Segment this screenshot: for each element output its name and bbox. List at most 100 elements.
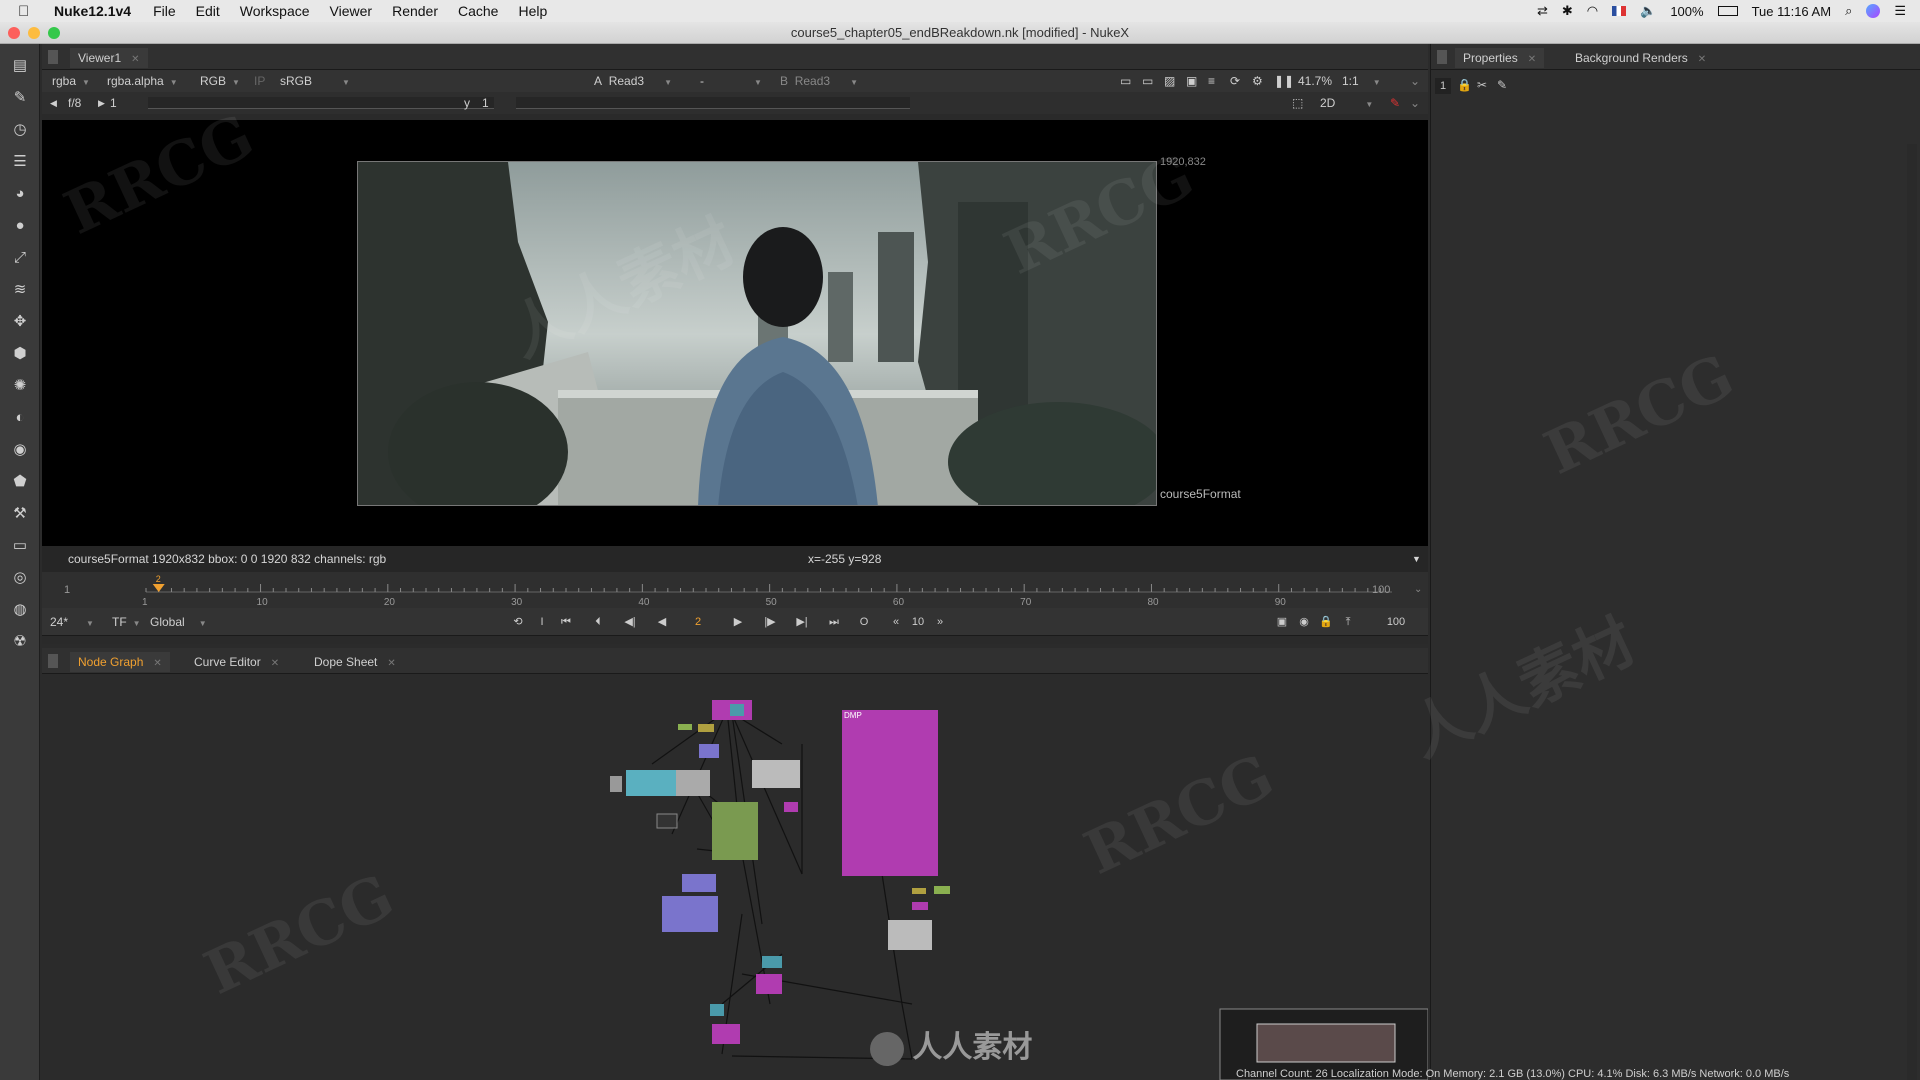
battery-icon[interactable] [1717,6,1738,16]
max-panels-field[interactable]: 1 [1435,78,1451,94]
timeline-ruler[interactable]: 1 10 20 30 40 50 60 70 80 90 100 2 [102,572,1392,608]
tab-background-renders[interactable]: Background Renders ✕ [1567,48,1714,68]
menu-edit[interactable]: Edit [196,3,220,19]
siri-icon[interactable] [1866,4,1881,18]
node-green-small[interactable] [934,886,950,894]
viewer-canvas[interactable]: 1920,832 course5Format [42,120,1428,546]
draw-nodes-icon[interactable]: ✎ [10,88,30,108]
record-icon[interactable]: ◉ [1294,613,1314,631]
menu-workspace[interactable]: Workspace [240,3,310,19]
current-frame-field[interactable]: 2 [688,613,708,631]
view-mode-dropdown[interactable]: 2D ▼ [1320,95,1373,111]
close-tab-3-icon[interactable]: ✕ [271,658,279,669]
close-window-icon[interactable] [8,27,20,39]
node-blue-backdrop[interactable] [662,896,718,932]
play-forward-icon[interactable]: ▶ [728,613,748,631]
3d-nodes-icon[interactable]: ⬢ [10,344,30,364]
clip-icon[interactable]: ▭ [1142,73,1153,89]
clear-panels-icon[interactable]: ✂ [1477,78,1487,92]
ratio-dropdown[interactable]: 1:1 ▼ [1342,73,1381,89]
node-grey-1[interactable] [676,770,710,796]
skip-forward-icon[interactable]: » [930,613,950,631]
step-back-icon[interactable]: ◀ [652,613,672,631]
node-input-small[interactable] [610,776,622,792]
gain-field[interactable]: 1 [110,95,117,111]
ip-toggle[interactable]: IP [254,73,265,89]
fps-dropdown[interactable]: 24* ▼ [50,614,94,630]
transform-nodes-icon[interactable]: ✥ [10,312,30,332]
flipbook-icon[interactable]: ▣ [1272,613,1292,631]
close-tab-icon[interactable]: ✕ [131,54,139,65]
zoom-dropdown[interactable]: 41.7% [1298,73,1332,89]
first-frame-icon[interactable]: ⏮ [556,613,576,631]
in-point-icon[interactable]: I [532,613,552,631]
lock-panels-icon[interactable]: 🔒 [1457,78,1472,92]
gain-slider[interactable] [148,97,494,109]
timeline-chevron-icon[interactable]: ⌄ [1414,584,1422,595]
views-nodes-icon[interactable]: ◉ [10,440,30,460]
metadata-nodes-icon[interactable]: ⬟ [10,472,30,492]
nuke-logo-icon[interactable]: ☢ [10,632,30,652]
tab-dope-sheet[interactable]: Dope Sheet ✕ [306,652,404,672]
deep-nodes-icon[interactable]: ◐ [10,408,30,428]
close-tab-6-icon[interactable]: ✕ [1698,54,1706,65]
proxy-icon[interactable]: ⚙ [1252,73,1263,89]
pane-menu-icon[interactable] [48,50,58,64]
skip-back-icon[interactable]: « [886,613,906,631]
range-dropdown[interactable]: Global ▼ [150,614,207,630]
prev-keyframe-icon[interactable]: ⏴ [588,613,608,631]
properties-scrollbar[interactable] [1907,144,1917,1080]
pane-menu-2-icon[interactable] [48,654,58,668]
overlay-icon[interactable]: ▣ [1186,73,1197,89]
tab-curve-editor[interactable]: Curve Editor ✕ [186,652,287,672]
tab-node-graph[interactable]: Node Graph ✕ [70,652,170,672]
fstop-right-arrow-icon[interactable]: ▶ [98,95,105,111]
expand-chevron-2-icon[interactable]: ⌄ [1410,95,1420,111]
out-point-icon[interactable]: O [854,613,874,631]
tf-dropdown[interactable]: TF ▼ [112,614,141,630]
volume-icon[interactable]: 🔈 [1640,3,1656,19]
minimap-viewport[interactable] [1256,1023,1396,1063]
info-expand-icon[interactable]: ▼ [1412,546,1421,572]
upload-icon[interactable]: ⤒ [1338,613,1358,631]
last-frame-icon[interactable]: ⏭ [824,613,844,631]
other-nodes-icon[interactable]: ▭ [10,536,30,556]
colorspace-dropdown[interactable]: sRGB ▼ [280,73,350,89]
apple-menu-icon[interactable]:  [18,3,36,20]
fstop-field[interactable]: f/8 [68,95,81,111]
alpha-dropdown[interactable]: rgba.alpha ▼ [107,73,178,89]
node-dot-green[interactable] [678,724,692,730]
node-purple-4[interactable] [712,1024,740,1044]
app-menu[interactable]: Nuke12.1v4 [54,3,131,19]
node-grey-backdrop[interactable] [752,760,800,788]
backdrop-dmp[interactable] [842,710,938,876]
node-yellow-2[interactable] [912,888,926,894]
close-tab-4-icon[interactable]: ✕ [387,658,395,669]
wifi-icon[interactable]: ◠ [1587,3,1598,19]
pane-menu-3-icon[interactable] [1437,50,1447,64]
node-purple-small[interactable] [784,802,798,812]
tab-viewer1[interactable]: Viewer1 ✕ [70,48,148,68]
time-nodes-icon[interactable]: ◷ [10,120,30,140]
channel-nodes-icon[interactable]: ☰ [10,152,30,172]
furnace-nodes-icon[interactable]: ◎ [10,568,30,588]
toolsets-icon[interactable]: ⚒ [10,504,30,524]
sync-icon[interactable]: ⇄ [1537,3,1548,19]
maximize-window-icon[interactable] [48,27,60,39]
gamma-slider[interactable] [516,97,910,109]
minimize-window-icon[interactable] [28,27,40,39]
node-backdrop-green[interactable] [712,802,758,860]
edit-panels-icon[interactable]: ✎ [1497,78,1507,92]
display-channel-dropdown[interactable]: RGB ▼ [200,73,240,89]
fstop-left-arrow-icon[interactable]: ◀ [50,95,57,111]
node-cyan-2[interactable] [710,1004,724,1016]
image-nodes-icon[interactable]: ▤ [10,56,30,76]
gamma-field[interactable]: 1 [482,95,489,111]
input-b-dropdown[interactable]: B Read3 ▼ [780,73,858,89]
clock[interactable]: Tue 11:16 AM [1752,4,1832,19]
menu-render[interactable]: Render [392,3,438,19]
tab-properties[interactable]: Properties ✕ [1455,48,1545,68]
lock-icon[interactable]: 🔒 [1316,613,1336,631]
filter-nodes-icon[interactable]: ● [10,216,30,236]
node-blue-2[interactable] [682,874,716,892]
